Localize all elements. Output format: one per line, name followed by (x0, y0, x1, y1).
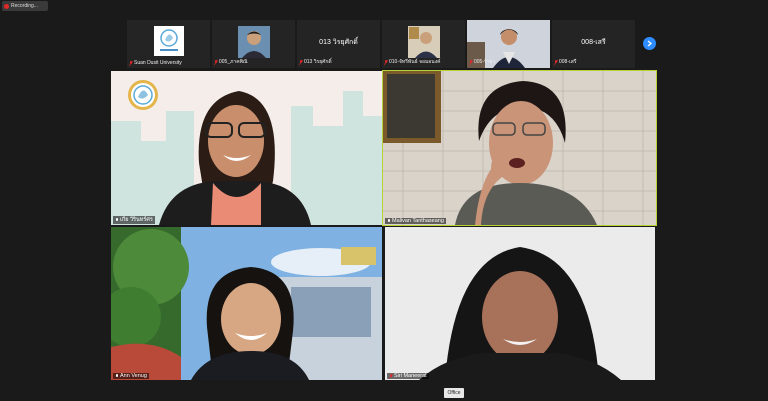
participant-name: Ann Venug (113, 373, 149, 379)
recording-label: Recording... (11, 3, 38, 9)
recording-dot-icon (4, 3, 9, 9)
recording-indicator[interactable]: Recording... (2, 1, 48, 11)
thumb-center-name: 008-เสรี (581, 39, 606, 46)
chevron-right-icon (647, 40, 653, 47)
video-tile[interactable]: เกีย วีรินทร์ศร (111, 71, 382, 225)
next-page-button[interactable] (643, 37, 656, 50)
mic-muted-icon (384, 59, 388, 65)
video-tile[interactable]: Ann Venug (111, 227, 382, 380)
participant-video (111, 227, 382, 380)
thumb-name: 008-เสรี (554, 58, 576, 66)
mic-muted-icon (554, 59, 558, 65)
mic-muted-icon (469, 59, 473, 65)
participant-name: เกีย วีรินทร์ศร (113, 216, 155, 224)
participant-name: Malivan Tanthaseang (385, 218, 446, 224)
office-button[interactable]: Office (444, 388, 464, 398)
mic-muted-icon (129, 60, 133, 66)
mic-muted-icon (214, 59, 218, 65)
participant-video (111, 71, 382, 225)
participant-strip: Suan Dusit University 005_ภาคพิณิ 013 วิ… (127, 20, 637, 68)
mic-icon (116, 373, 118, 377)
thumb-name: 005-ร้ายา (469, 58, 495, 66)
mic-icon (116, 217, 118, 221)
participant-thumb[interactable]: 008-เสรี 008-เสรี (552, 20, 635, 68)
participant-video (383, 71, 656, 225)
participant-name: Siri Maneerat (387, 373, 429, 379)
participant-thumb[interactable]: 005_ภาคพิณิ (212, 20, 295, 68)
thumb-name: Suan Dusit University (129, 60, 182, 66)
participant-video (385, 227, 655, 380)
video-tile[interactable]: Siri Maneerat (385, 227, 655, 380)
mic-muted-icon (299, 59, 303, 65)
participant-thumb[interactable]: 005-ร้ายา (467, 20, 550, 68)
video-tile-active-speaker[interactable]: Malivan Tanthaseang (382, 70, 657, 226)
mic-muted-icon (389, 373, 393, 379)
thumb-name: 013 วิรยุศักดิ์ (299, 58, 332, 66)
thumb-name: 005_ภาคพิณิ (214, 58, 248, 66)
thumb-center-name: 013 วิรยุศักดิ์ (319, 39, 358, 46)
participant-thumb[interactable]: 013 วิรยุศักดิ์ 013 วิรยุศักดิ์ (297, 20, 380, 68)
participant-thumb[interactable]: 010-จัทรีพันธ์ จอมอนงค์ (382, 20, 465, 68)
participant-thumb[interactable]: Suan Dusit University (127, 20, 210, 68)
mic-icon (388, 218, 390, 222)
thumb-name: 010-จัทรีพันธ์ จอมอนงค์ (384, 58, 441, 66)
